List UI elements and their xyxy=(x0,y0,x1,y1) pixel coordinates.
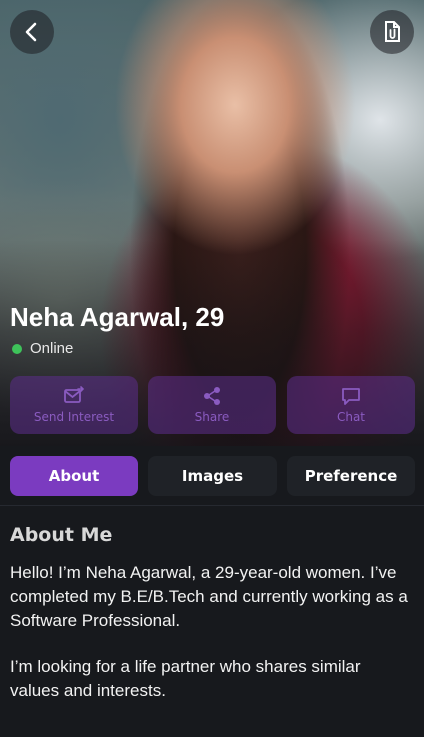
document-attachment-icon xyxy=(385,21,400,42)
send-interest-label: Send Interest xyxy=(33,410,115,424)
tab-about[interactable]: About xyxy=(10,456,138,496)
profile-name: Neha Agarwal, 29 xyxy=(10,302,225,332)
about-section-title: About Me xyxy=(10,524,113,546)
chat-bubble-icon xyxy=(342,388,360,405)
profile-tabs: About Images Preference xyxy=(0,446,424,506)
document-button[interactable] xyxy=(370,10,414,54)
share-button[interactable]: Share xyxy=(148,376,276,434)
tab-preference[interactable]: Preference xyxy=(287,456,415,496)
chevron-left-icon xyxy=(25,22,37,42)
share-icon xyxy=(204,387,220,405)
about-paragraph-2: I’m looking for a life partner who share… xyxy=(10,657,361,700)
tab-images[interactable]: Images xyxy=(148,456,277,496)
back-button[interactable] xyxy=(10,10,54,54)
send-interest-icon xyxy=(64,386,85,403)
send-interest-button[interactable]: Send Interest xyxy=(10,376,138,434)
chat-button[interactable]: Chat xyxy=(287,376,415,434)
status-dot-icon xyxy=(12,343,22,354)
chat-label: Chat xyxy=(336,410,366,424)
online-status: Online xyxy=(12,340,73,357)
status-label: Online xyxy=(30,340,74,357)
about-paragraph-1: Hello! I’m Neha Agarwal, a 29-year-old w… xyxy=(10,563,408,630)
share-label: Share xyxy=(194,410,230,424)
